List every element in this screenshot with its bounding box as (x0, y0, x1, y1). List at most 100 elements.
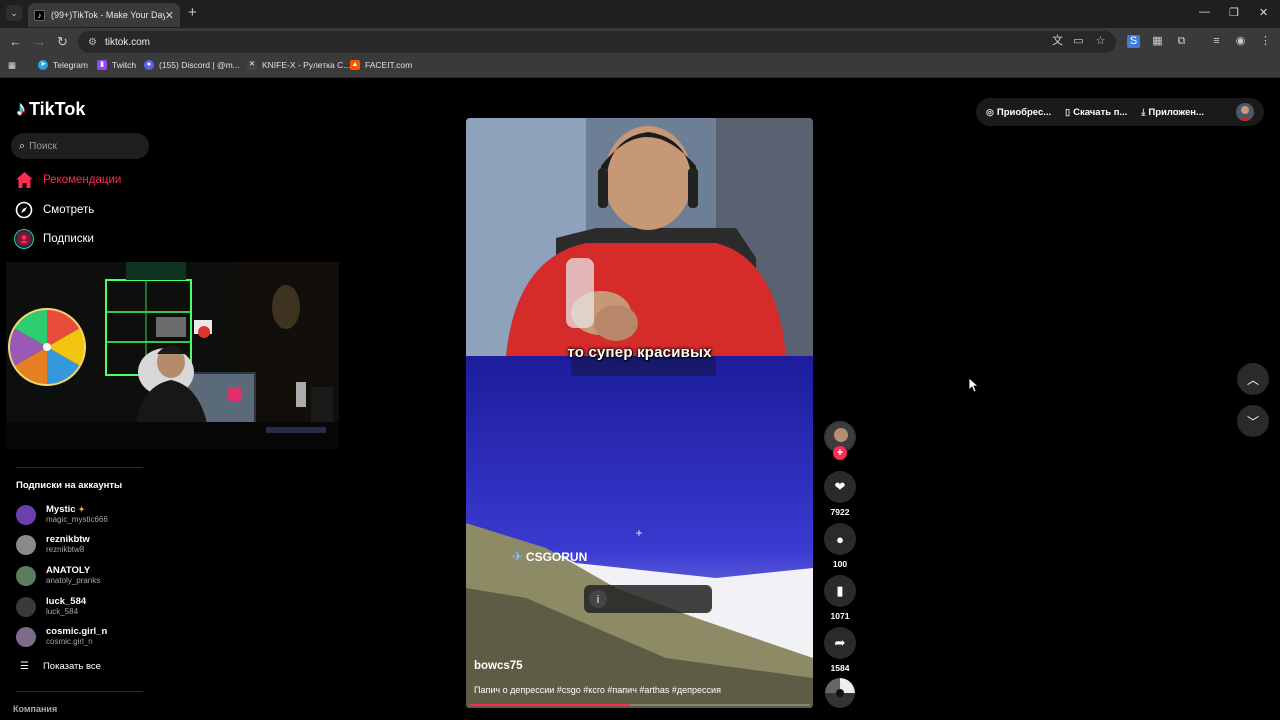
previous-video-button[interactable]: ︿ (1237, 363, 1269, 395)
extension-icon[interactable]: ▦ (1151, 35, 1164, 48)
mini-player-video[interactable] (6, 262, 339, 449)
search-icon[interactable]: ⌕ (19, 140, 25, 153)
browser-tab[interactable]: ♪ (99+)TikTok - Make Your Day ✕ (28, 3, 180, 27)
video-player[interactable]: i ✈ CSGORUN то супер красивых bowcs75 Па… (466, 118, 813, 708)
share-button[interactable]: ➦ (824, 627, 856, 659)
reload-button[interactable]: ↻ (57, 34, 68, 50)
bookmark-knifex[interactable]: ✕ KNIFE-X - Рулетка С... (247, 60, 350, 70)
coin-icon: ◎ (986, 106, 994, 117)
account-handle: magic_mystic666 (46, 515, 108, 524)
search-input[interactable] (29, 140, 130, 152)
follow-button[interactable]: + (833, 446, 847, 460)
download-icon: ⤓ (1141, 106, 1146, 117)
account-handle: cosmic.girl_n (46, 637, 93, 646)
tab-search-button[interactable]: ⌄ (6, 5, 22, 21)
site-info-icon[interactable]: ⚙ (88, 37, 97, 48)
bookmark-star-icon[interactable]: ☆ (1094, 35, 1107, 48)
top-actions-bar: ◎ Приобрес... ▯ Скачать п... ⤓ Приложен.… (976, 98, 1264, 126)
browser-toolbar: ← → ↻ ⚙ tiktok.com 文 ▭ ☆ S ▦ ⧉ ≡ ◉ ⋮ (0, 28, 1280, 56)
nav-explore[interactable]: Смотреть (14, 200, 94, 220)
extensions-puzzle-icon[interactable]: ⧉ (1175, 35, 1188, 48)
search-box[interactable]: ⌕ (11, 133, 149, 159)
action-label: Приложен... (1148, 106, 1204, 118)
chevron-down-icon: ﹀ (1246, 414, 1259, 429)
game-overlay: ✈ CSGORUN (512, 549, 587, 565)
video-author[interactable]: bowcs75 (474, 660, 523, 672)
maximize-button[interactable]: ❐ (1229, 6, 1239, 19)
account-handle: luck_584 (46, 607, 79, 616)
new-tab-button[interactable]: + (188, 4, 197, 21)
account-name: ANATOLY (46, 565, 91, 576)
profile-avatar[interactable] (1236, 103, 1254, 121)
bookmark-label: (155) Discord | @m... (159, 60, 240, 70)
badge-icon: ✦ (78, 505, 85, 514)
subscription-item[interactable]: ANATOLY anatoly_pranks (16, 565, 100, 586)
avatar (16, 565, 36, 586)
heart-icon: ❤ (834, 479, 846, 494)
video-progress-bar[interactable] (470, 704, 810, 706)
tab-close-icon[interactable]: ✕ (165, 9, 174, 22)
address-url: tiktok.com (104, 36, 150, 48)
extension-icon[interactable]: S (1127, 35, 1140, 48)
nav-following[interactable]: Подписки (14, 229, 94, 249)
company-link[interactable]: Компания (13, 704, 57, 714)
svg-text:i: i (597, 594, 599, 606)
next-video-button[interactable]: ﹀ (1237, 405, 1269, 437)
action-label: Приобрес... (996, 106, 1052, 118)
get-app-button[interactable]: ▯ Скачать п... (1065, 107, 1127, 118)
save-button[interactable]: ▮ (824, 575, 856, 607)
music-disc[interactable] (825, 678, 855, 708)
bookmark-faceit[interactable]: ▲ FACEIT.com (350, 60, 412, 70)
bookmark-telegram[interactable]: ➤ Telegram (38, 60, 88, 70)
cast-icon[interactable]: ▭ (1072, 35, 1085, 48)
minimize-button[interactable]: — (1199, 6, 1210, 18)
buy-coins-button[interactable]: ◎ Приобрес... (986, 107, 1051, 118)
tiktok-note-icon: ♪ (16, 98, 26, 120)
knife-icon: ✕ (247, 60, 257, 70)
comment-button[interactable]: ● (824, 523, 856, 555)
subscription-item[interactable]: luck_584 luck_584 (16, 596, 86, 617)
subscription-item[interactable]: reznikbtw reznikbtw8 (16, 534, 90, 555)
account-handle: anatoly_pranks (46, 576, 101, 585)
action-label: Скачать п... (1073, 106, 1128, 118)
bookmark-discord[interactable]: ● (155) Discord | @m... (144, 60, 240, 70)
nav-recommendations[interactable]: Рекомендации (14, 170, 121, 190)
home-icon (14, 170, 34, 190)
browser-tab-bar: ⌄ ♪ (99+)TikTok - Make Your Day ✕ + — ❐ … (0, 0, 1280, 28)
save-count: 1071 (830, 611, 850, 621)
bookmark-label: KNIFE-X - Рулетка С... (262, 60, 351, 70)
show-all-label: Показать все (42, 661, 101, 672)
profile-icon[interactable]: ◉ (1234, 35, 1247, 48)
show-all-button[interactable]: ☰ Показать все (20, 661, 101, 672)
video-caption: то супер красивых (567, 344, 712, 361)
csgorun-logo-icon: ✈ (512, 549, 523, 564)
avatar (16, 504, 36, 525)
video-progress-fill (470, 704, 630, 706)
tiktok-logo[interactable]: ♪ TikTok (16, 98, 85, 121)
avatar (16, 596, 36, 617)
pc-app-button[interactable]: ⤓ Приложен... (1141, 107, 1204, 118)
translate-icon[interactable]: 文 (1051, 35, 1064, 48)
back-button[interactable]: ← (9, 34, 22, 49)
apps-grid-icon[interactable]: ▦ (8, 60, 16, 71)
forward-button[interactable]: → (33, 34, 46, 49)
avatar (16, 534, 36, 555)
share-icon: ➦ (834, 635, 846, 650)
tiktok-favicon-icon: ♪ (34, 9, 45, 21)
close-window-button[interactable]: ✕ (1259, 6, 1268, 19)
account-name: reznikbtw (46, 534, 90, 545)
subscription-item[interactable]: cosmic.girl_n cosmic.girl_n (16, 626, 107, 647)
address-bar[interactable]: ⚙ tiktok.com (78, 31, 1116, 53)
share-count: 1584 (830, 663, 850, 673)
video-description: Папич о депрессии #csgo #ксго #папич #ar… (474, 685, 721, 695)
subscription-item[interactable]: Mystic ✦ magic_mystic666 (16, 504, 108, 525)
mouse-cursor-icon (968, 377, 980, 398)
bookmark-label: Telegram (53, 60, 88, 70)
comment-icon: ● (836, 531, 844, 547)
media-control-icon[interactable]: ≡ (1210, 35, 1223, 48)
like-button[interactable]: ❤ (824, 471, 856, 503)
avatar (16, 626, 36, 647)
browser-menu-icon[interactable]: ⋮ (1259, 35, 1272, 48)
bookmark-twitch[interactable]: ▮ Twitch (97, 60, 136, 70)
account-name: cosmic.girl_n (46, 626, 108, 637)
